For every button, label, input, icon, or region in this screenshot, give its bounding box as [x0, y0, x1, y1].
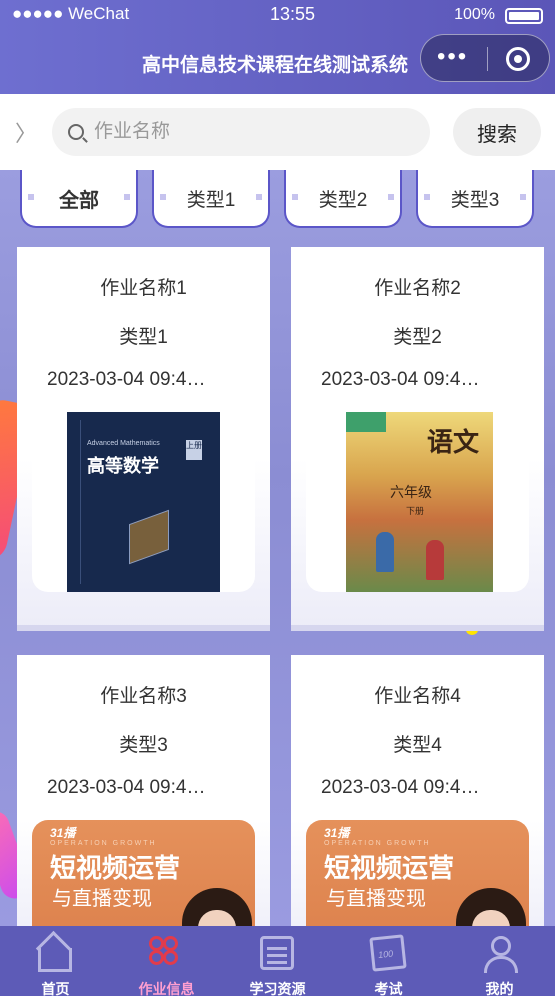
homework-card[interactable]: 作业名称4 类型4 2023-03-04 09:4… 31播 OPERATION… [291, 655, 544, 996]
book-image: Advanced Mathematics 高等数学 上册 [67, 412, 220, 592]
math-book-cover: Advanced Mathematics 高等数学 上册 [32, 412, 255, 592]
close-miniprogram-icon[interactable] [506, 47, 530, 71]
book-title: 语文 [426, 428, 479, 458]
promo-tagline: OPERATION GROWTH [324, 840, 431, 847]
tab-decor [292, 194, 298, 200]
homework-card[interactable]: 作业名称1 类型1 2023-03-04 09:4… Advanced Math… [17, 247, 270, 631]
homework-icon [149, 936, 183, 970]
user-icon [482, 936, 518, 973]
homework-name: 作业名称4 [374, 686, 461, 707]
promo-brand: 31播 [50, 826, 76, 840]
category-tabs: 全部 类型1 类型2 类型3 [0, 170, 555, 230]
chevron-right-icon[interactable]: 〉 [15, 116, 37, 148]
card-shadow [17, 625, 270, 631]
icon-part [149, 936, 164, 951]
tab-label: 全部 [59, 189, 99, 212]
book-tag: 上册 [186, 440, 202, 460]
tab-label: 类型2 [318, 189, 368, 211]
search-button[interactable]: 搜索 [453, 108, 541, 156]
bottom-tab-bar: 首页 作业信息 学习资源 考试 我的 [0, 926, 555, 996]
homework-name: 作业名称3 [100, 686, 187, 707]
homework-card[interactable]: 作业名称2 类型2 2023-03-04 09:4… 语文 六年级 下册 [291, 247, 544, 631]
nav-label: 考试 [374, 981, 403, 996]
navigation-header: ●●●●● WeChat 13:55 100% 高中信息技术课程在线测试系统 •… [0, 0, 555, 94]
homework-date: 2023-03-04 09:4… [321, 369, 480, 390]
promo-headline: 短视频运营 [324, 853, 455, 883]
battery-icon [505, 8, 543, 24]
nav-label: 学习资源 [249, 981, 306, 996]
tab-decor [28, 194, 34, 200]
nav-item-profile[interactable]: 我的 [444, 926, 555, 996]
book-spine [71, 420, 81, 584]
homework-type: 类型3 [119, 735, 168, 756]
tab-type3[interactable]: 类型3 [416, 170, 534, 228]
child-figure [376, 532, 394, 572]
tab-decor [256, 194, 262, 200]
promo-brand: 31播 [324, 826, 350, 840]
nav-item-resources[interactable]: 学习资源 [222, 926, 333, 996]
nav-label: 作业信息 [138, 981, 195, 996]
clock: 13:55 [270, 4, 316, 24]
nav-item-exam[interactable]: 考试 [333, 926, 444, 996]
promo-subline: 与直播变现 [326, 888, 426, 910]
homework-date: 2023-03-04 09:4… [47, 777, 206, 798]
book-subtitle: Advanced Mathematics [87, 440, 160, 447]
book-volume: 下册 [406, 506, 425, 516]
icon-part [163, 950, 178, 965]
book-title: 高等数学 [87, 456, 159, 477]
nav-item-home[interactable]: 首页 [0, 926, 111, 996]
icon-part [149, 950, 164, 965]
cube-figure [129, 509, 169, 565]
status-bar: ●●●●● WeChat 13:55 100% [12, 4, 545, 26]
tab-decor [124, 194, 130, 200]
tab-all[interactable]: 全部 [20, 170, 138, 228]
tab-decor [520, 194, 526, 200]
homework-type: 类型1 [119, 327, 168, 348]
homework-name: 作业名称2 [374, 278, 461, 299]
publisher-badge [346, 412, 386, 432]
homework-date: 2023-03-04 09:4… [321, 777, 480, 798]
promo-subline: 与直播变现 [52, 888, 152, 910]
homework-name: 作业名称1 [100, 278, 187, 299]
book-grade: 六年级 [390, 484, 432, 500]
promo-tagline: OPERATION GROWTH [50, 840, 157, 847]
book-image: 语文 六年级 下册 [346, 412, 493, 592]
tab-label: 类型3 [450, 189, 500, 211]
page-title: 高中信息技术课程在线测试系统 [142, 55, 409, 76]
tab-decor [160, 194, 166, 200]
battery-percent: 100% [454, 6, 495, 23]
homework-type: 类型2 [393, 327, 442, 348]
search-bar: 〉 搜索 [0, 94, 555, 170]
exam-icon [369, 934, 407, 972]
child-figure [426, 540, 444, 580]
chinese-book-cover: 语文 六年级 下册 [306, 412, 529, 592]
carrier-label: ●●●●● WeChat [12, 4, 130, 23]
miniprogram-capsule: ••• [420, 34, 550, 82]
nav-item-homework[interactable]: 作业信息 [111, 926, 222, 996]
homework-card[interactable]: 作业名称3 类型3 2023-03-04 09:4… 31播 OPERATION… [17, 655, 270, 996]
more-icon[interactable]: ••• [437, 45, 468, 69]
tab-decor [424, 194, 430, 200]
icon-part [163, 936, 178, 951]
tab-type1[interactable]: 类型1 [152, 170, 270, 228]
homework-type: 类型4 [393, 735, 442, 756]
tab-label: 类型1 [186, 189, 236, 211]
card-shadow [291, 625, 544, 631]
resources-icon [260, 936, 294, 970]
search-input[interactable] [52, 108, 430, 156]
capsule-divider [487, 47, 488, 71]
nav-label: 首页 [41, 981, 70, 996]
search-icon [68, 124, 84, 140]
homework-date: 2023-03-04 09:4… [47, 369, 206, 390]
nav-label: 我的 [485, 981, 514, 996]
tab-decor [388, 194, 394, 200]
promo-headline: 短视频运营 [50, 853, 181, 883]
home-icon [38, 948, 72, 972]
tab-type2[interactable]: 类型2 [284, 170, 402, 228]
